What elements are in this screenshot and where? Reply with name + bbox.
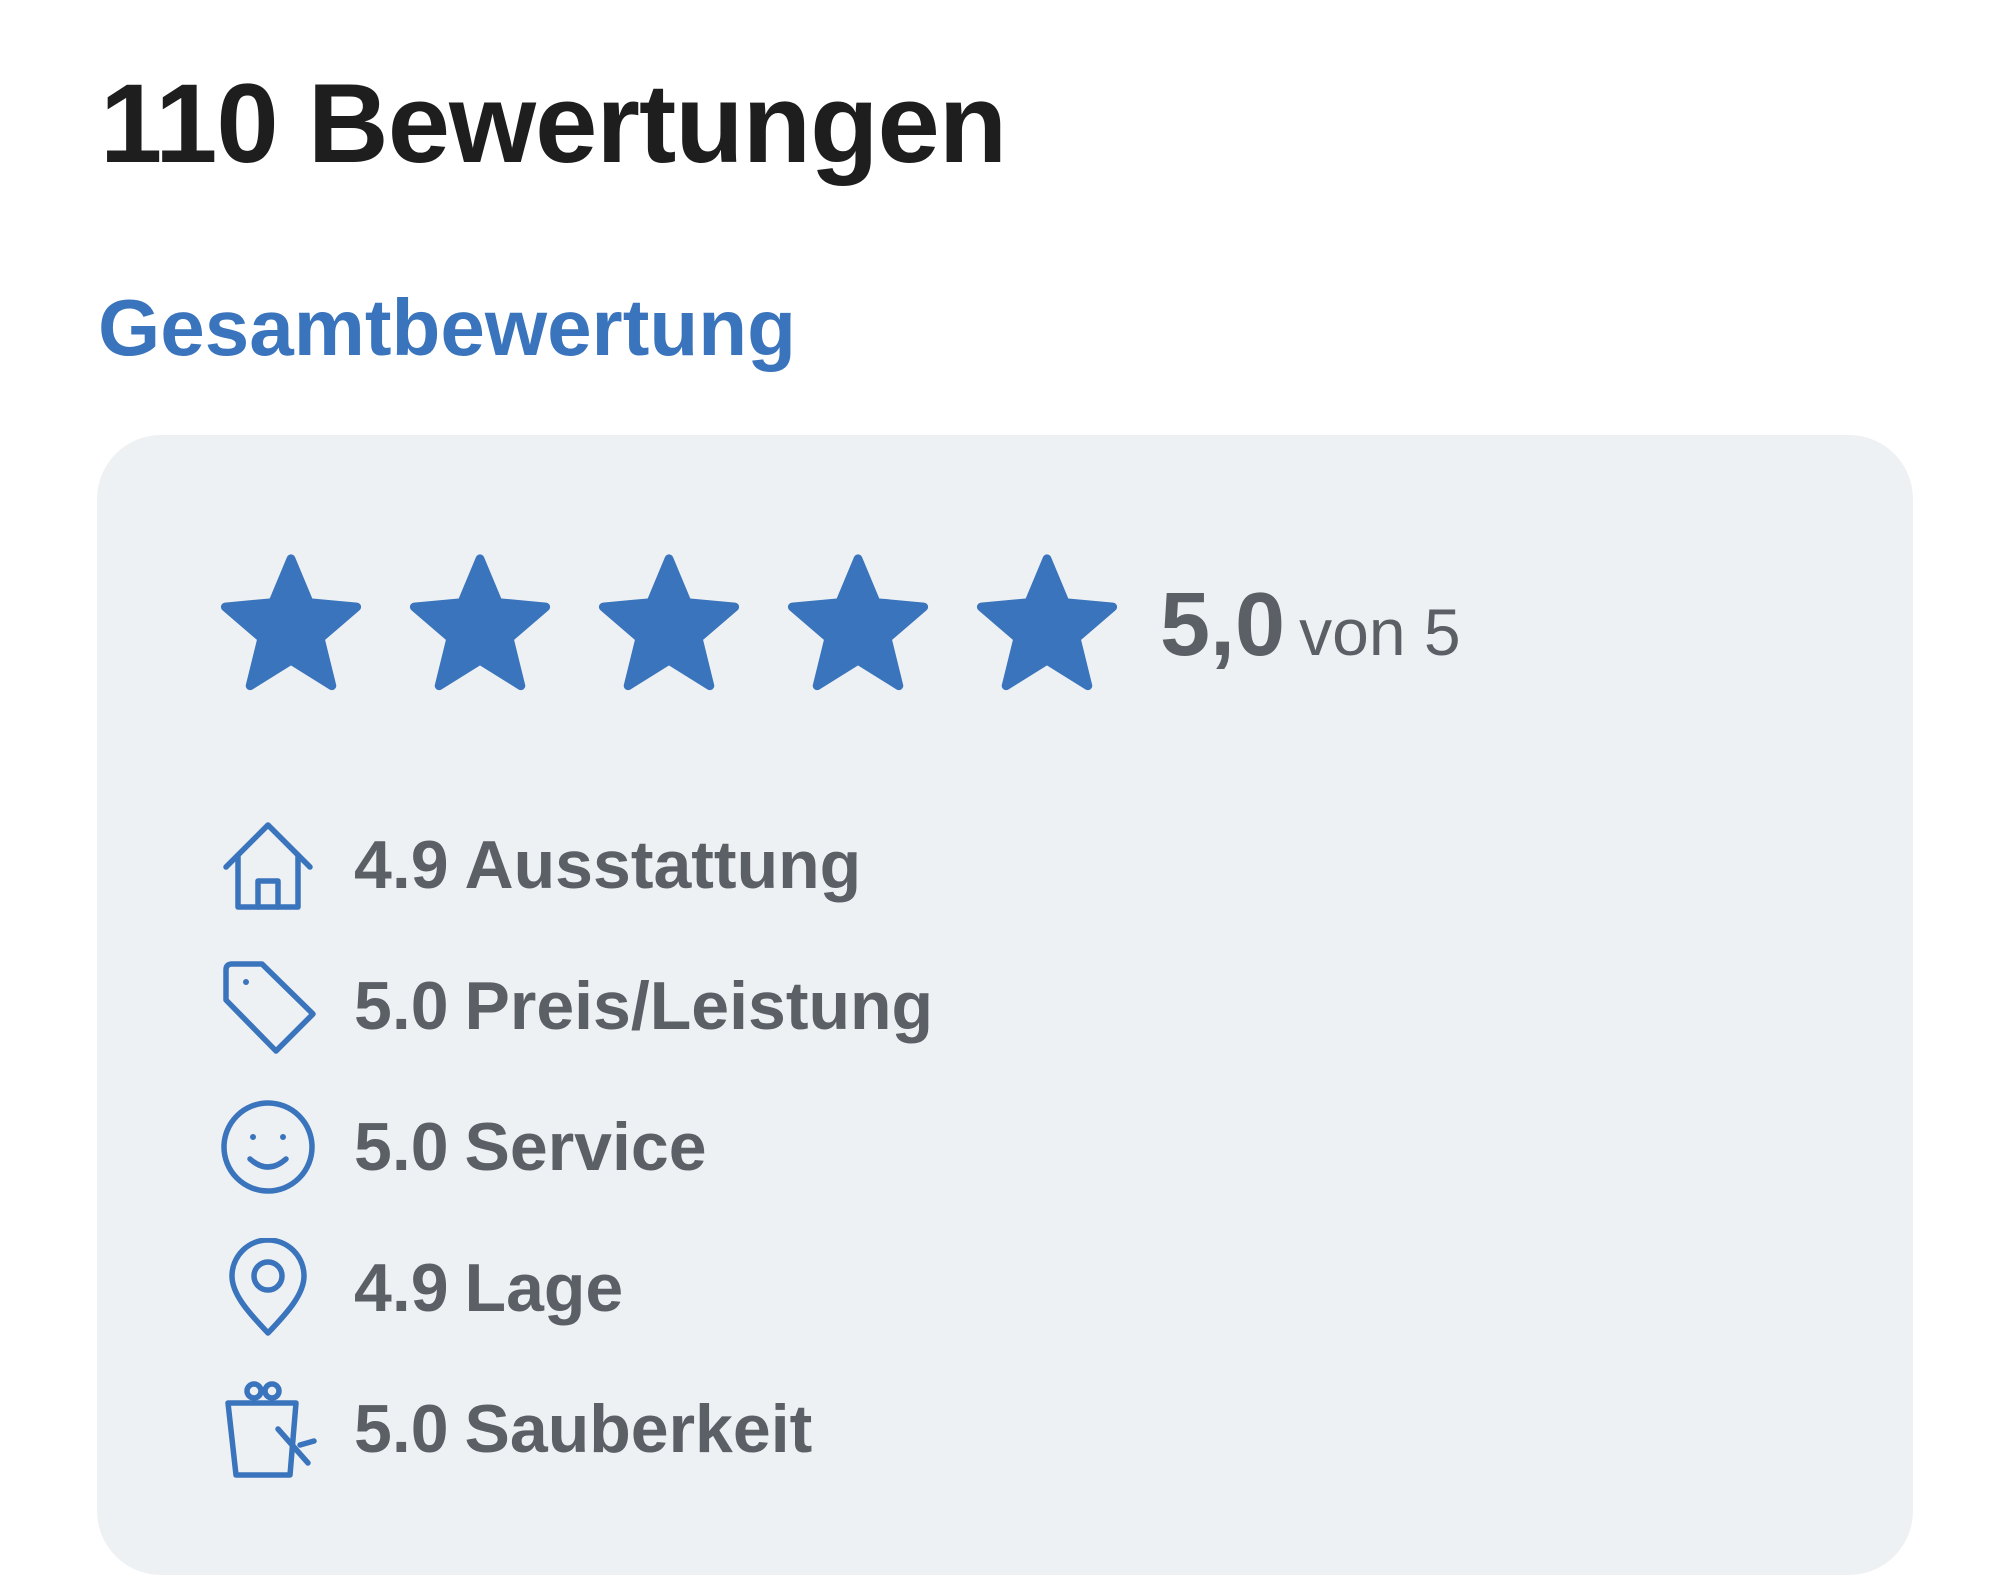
tag-icon <box>218 956 318 1056</box>
criterion-value: 4.9 <box>354 827 449 903</box>
criterion-label: Service <box>464 1109 707 1185</box>
overall-score-value: 5,0 <box>1160 575 1286 675</box>
criterion-value: 5.0 <box>354 1391 449 1467</box>
smiley-icon <box>218 1097 318 1197</box>
overall-score-suffix: von 5 <box>1299 595 1461 669</box>
criterion-sauberkeit: 5.0 Sauberkeit <box>218 1379 933 1479</box>
overall-rating-heading: Gesamtbewertung <box>98 283 796 372</box>
star-rating <box>218 550 1120 696</box>
star-icon <box>785 550 931 696</box>
star-icon <box>974 550 1120 696</box>
reviews-count-title: 110 Bewertungen <box>100 61 1007 186</box>
location-pin-icon <box>218 1238 318 1338</box>
star-icon <box>218 550 364 696</box>
criterion-value: 5.0 <box>354 968 449 1044</box>
home-icon <box>218 815 318 915</box>
criterion-lage: 4.9 Lage <box>218 1238 933 1338</box>
star-icon <box>596 550 742 696</box>
criterion-preis-leistung: 5.0 Preis/Leistung <box>218 956 933 1056</box>
cleaning-bucket-icon <box>218 1379 318 1479</box>
criterion-label: Ausstattung <box>464 827 862 903</box>
criterion-value: 5.0 <box>354 1109 449 1185</box>
criterion-label: Lage <box>464 1250 624 1326</box>
criteria-list: 4.9 Ausstattung 5.0 Preis/Leistung 5.0 Serv… <box>218 815 933 1520</box>
criterion-service: 5.0 Service <box>218 1097 933 1197</box>
criterion-label: Sauberkeit <box>464 1391 813 1467</box>
criterion-value: 4.9 <box>354 1250 449 1326</box>
star-icon <box>407 550 553 696</box>
criterion-label: Preis/Leistung <box>464 968 934 1044</box>
overall-score: 5,0 von 5 <box>1160 580 1461 670</box>
criterion-ausstattung: 4.9 Ausstattung <box>218 815 933 915</box>
